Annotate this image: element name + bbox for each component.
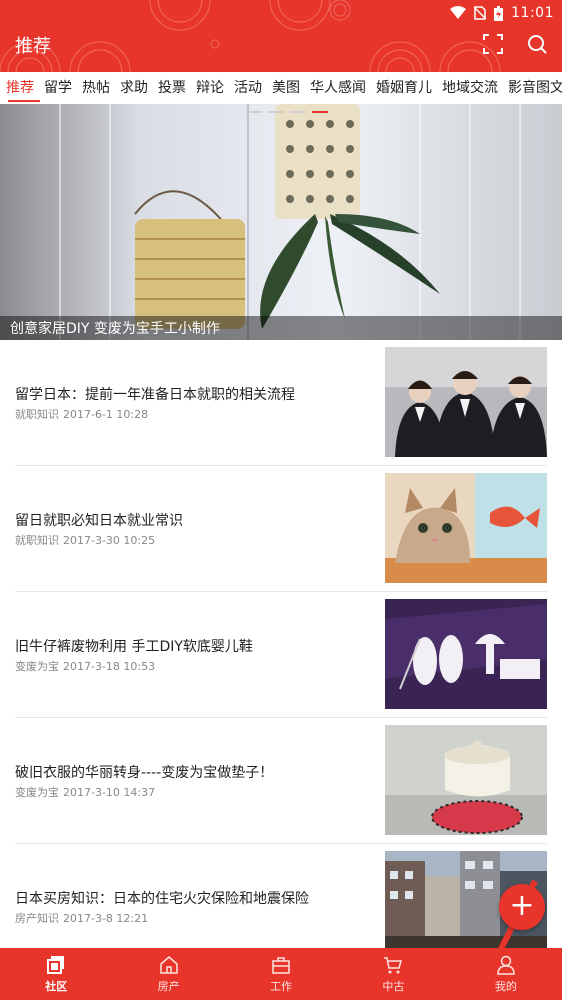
cart-icon bbox=[384, 957, 403, 974]
banner-image bbox=[0, 104, 562, 340]
article-title: 留日就职必知日本就业常识 bbox=[15, 513, 183, 529]
tab-photos[interactable]: 美图 bbox=[266, 72, 304, 104]
battery-icon bbox=[494, 5, 504, 21]
banner-caption: 创意家居DIY 变废为宝手工小制作 bbox=[10, 321, 220, 337]
article-meta: 就职知识 2017-6-1 10:28 bbox=[15, 406, 148, 422]
nav-label: 我的 bbox=[494, 980, 517, 993]
article-thumbnail bbox=[385, 599, 547, 709]
article-category: 变废为宝 bbox=[15, 660, 59, 673]
article-category: 就职知识 bbox=[15, 534, 59, 547]
search-icon bbox=[528, 35, 547, 54]
article-meta: 变废为宝 2017-3-10 14:37 bbox=[15, 784, 155, 800]
wifi-icon bbox=[450, 6, 467, 19]
article-title: 旧牛仔裤废物利用 手工DIY软底婴儿鞋 bbox=[15, 639, 253, 655]
article-date: 2017-3-10 14:37 bbox=[63, 786, 156, 799]
tab-vote[interactable]: 投票 bbox=[152, 72, 190, 104]
nav-community[interactable]: 社区 bbox=[0, 948, 112, 1000]
article-category: 变废为宝 bbox=[15, 786, 59, 799]
plus-icon: + bbox=[509, 888, 535, 923]
article-thumbnail bbox=[385, 473, 547, 583]
article-date: 2017-6-1 10:28 bbox=[63, 408, 149, 421]
nav-real-estate[interactable]: 房产 bbox=[112, 948, 224, 1000]
article-thumbnail bbox=[385, 347, 547, 457]
nav-label: 中古 bbox=[382, 980, 405, 993]
scan-icon bbox=[483, 34, 503, 54]
featured-banner[interactable]: 创意家居DIY 变废为宝手工小制作 bbox=[0, 104, 562, 340]
article-title: 破旧衣服的华丽转身----变废为宝做垫子！ bbox=[15, 765, 274, 781]
clock: 11:01 bbox=[511, 5, 554, 21]
article-meta: 变废为宝 2017-3-18 10:53 bbox=[15, 658, 155, 674]
article-meta: 房产知识 2017-3-8 12:21 bbox=[15, 910, 148, 926]
article-thumbnail bbox=[385, 725, 547, 835]
article-date: 2017-3-8 12:21 bbox=[63, 912, 149, 925]
search-button[interactable] bbox=[526, 33, 548, 55]
list-item[interactable]: 留学日本：提前一年准备日本就职的相关流程 就职知识 2017-6-1 10:28 bbox=[0, 340, 562, 466]
article-meta: 就职知识 2017-3-30 10:25 bbox=[15, 532, 155, 548]
status-bar: 11:01 bbox=[450, 3, 554, 23]
carousel-indicator bbox=[246, 111, 328, 113]
banner-caption-bar: 创意家居DIY 变废为宝手工小制作 bbox=[0, 316, 562, 340]
home-icon bbox=[159, 956, 178, 974]
article-category: 就职知识 bbox=[15, 408, 59, 421]
article-date: 2017-3-30 10:25 bbox=[63, 534, 156, 547]
nav-label: 社区 bbox=[45, 980, 68, 993]
add-post-button[interactable]: + bbox=[499, 884, 545, 930]
person-icon bbox=[497, 955, 515, 975]
tab-chinese-news[interactable]: 华人感闻 bbox=[304, 72, 370, 104]
active-tab-indicator bbox=[8, 100, 40, 102]
list-item[interactable]: 旧牛仔裤废物利用 手工DIY软底婴儿鞋 变废为宝 2017-3-18 10:53 bbox=[0, 592, 562, 718]
no-sim-icon bbox=[474, 6, 487, 20]
header: 11:01 推荐 bbox=[0, 0, 562, 72]
nav-jobs[interactable]: 工作 bbox=[225, 948, 337, 1000]
nav-label: 工作 bbox=[270, 980, 293, 993]
briefcase-icon bbox=[272, 957, 290, 974]
community-icon bbox=[47, 956, 65, 974]
tab-debate[interactable]: 辩论 bbox=[190, 72, 228, 104]
nav-label: 房产 bbox=[157, 980, 180, 993]
article-list: 留学日本：提前一年准备日本就职的相关流程 就职知识 2017-6-1 10:28 … bbox=[0, 340, 562, 970]
tab-events[interactable]: 活动 bbox=[228, 72, 266, 104]
tab-media[interactable]: 影音图文 bbox=[502, 72, 562, 104]
nav-profile[interactable]: 我的 bbox=[450, 948, 562, 1000]
tab-study-abroad[interactable]: 留学 bbox=[38, 72, 76, 104]
scan-button[interactable] bbox=[482, 33, 504, 55]
category-tabs: 推荐 留学 热帖 求助 投票 辩论 活动 美图 华人感闻 婚姻育儿 地域交流 影音图文 bbox=[0, 72, 562, 104]
article-category: 房产知识 bbox=[15, 912, 59, 925]
nav-secondhand[interactable]: 中古 bbox=[337, 948, 449, 1000]
tab-hot-posts[interactable]: 热帖 bbox=[76, 72, 114, 104]
list-item[interactable]: 留日就职必知日本就业常识 就职知识 2017-3-30 10:25 bbox=[0, 466, 562, 592]
article-title: 日本买房知识：日本的住宅火灾保险和地震保险 bbox=[15, 891, 309, 907]
list-item[interactable]: 破旧衣服的华丽转身----变废为宝做垫子！ 变废为宝 2017-3-10 14:3… bbox=[0, 718, 562, 844]
bottom-nav: 社区 房产 工作 中古 我的 bbox=[0, 948, 562, 1000]
article-date: 2017-3-18 10:53 bbox=[63, 660, 156, 673]
tab-help[interactable]: 求助 bbox=[114, 72, 152, 104]
tab-marriage-parenting[interactable]: 婚姻育儿 bbox=[370, 72, 436, 104]
tab-regional[interactable]: 地域交流 bbox=[436, 72, 502, 104]
article-title: 留学日本：提前一年准备日本就职的相关流程 bbox=[15, 387, 295, 403]
page-title: 推荐 bbox=[15, 36, 51, 57]
